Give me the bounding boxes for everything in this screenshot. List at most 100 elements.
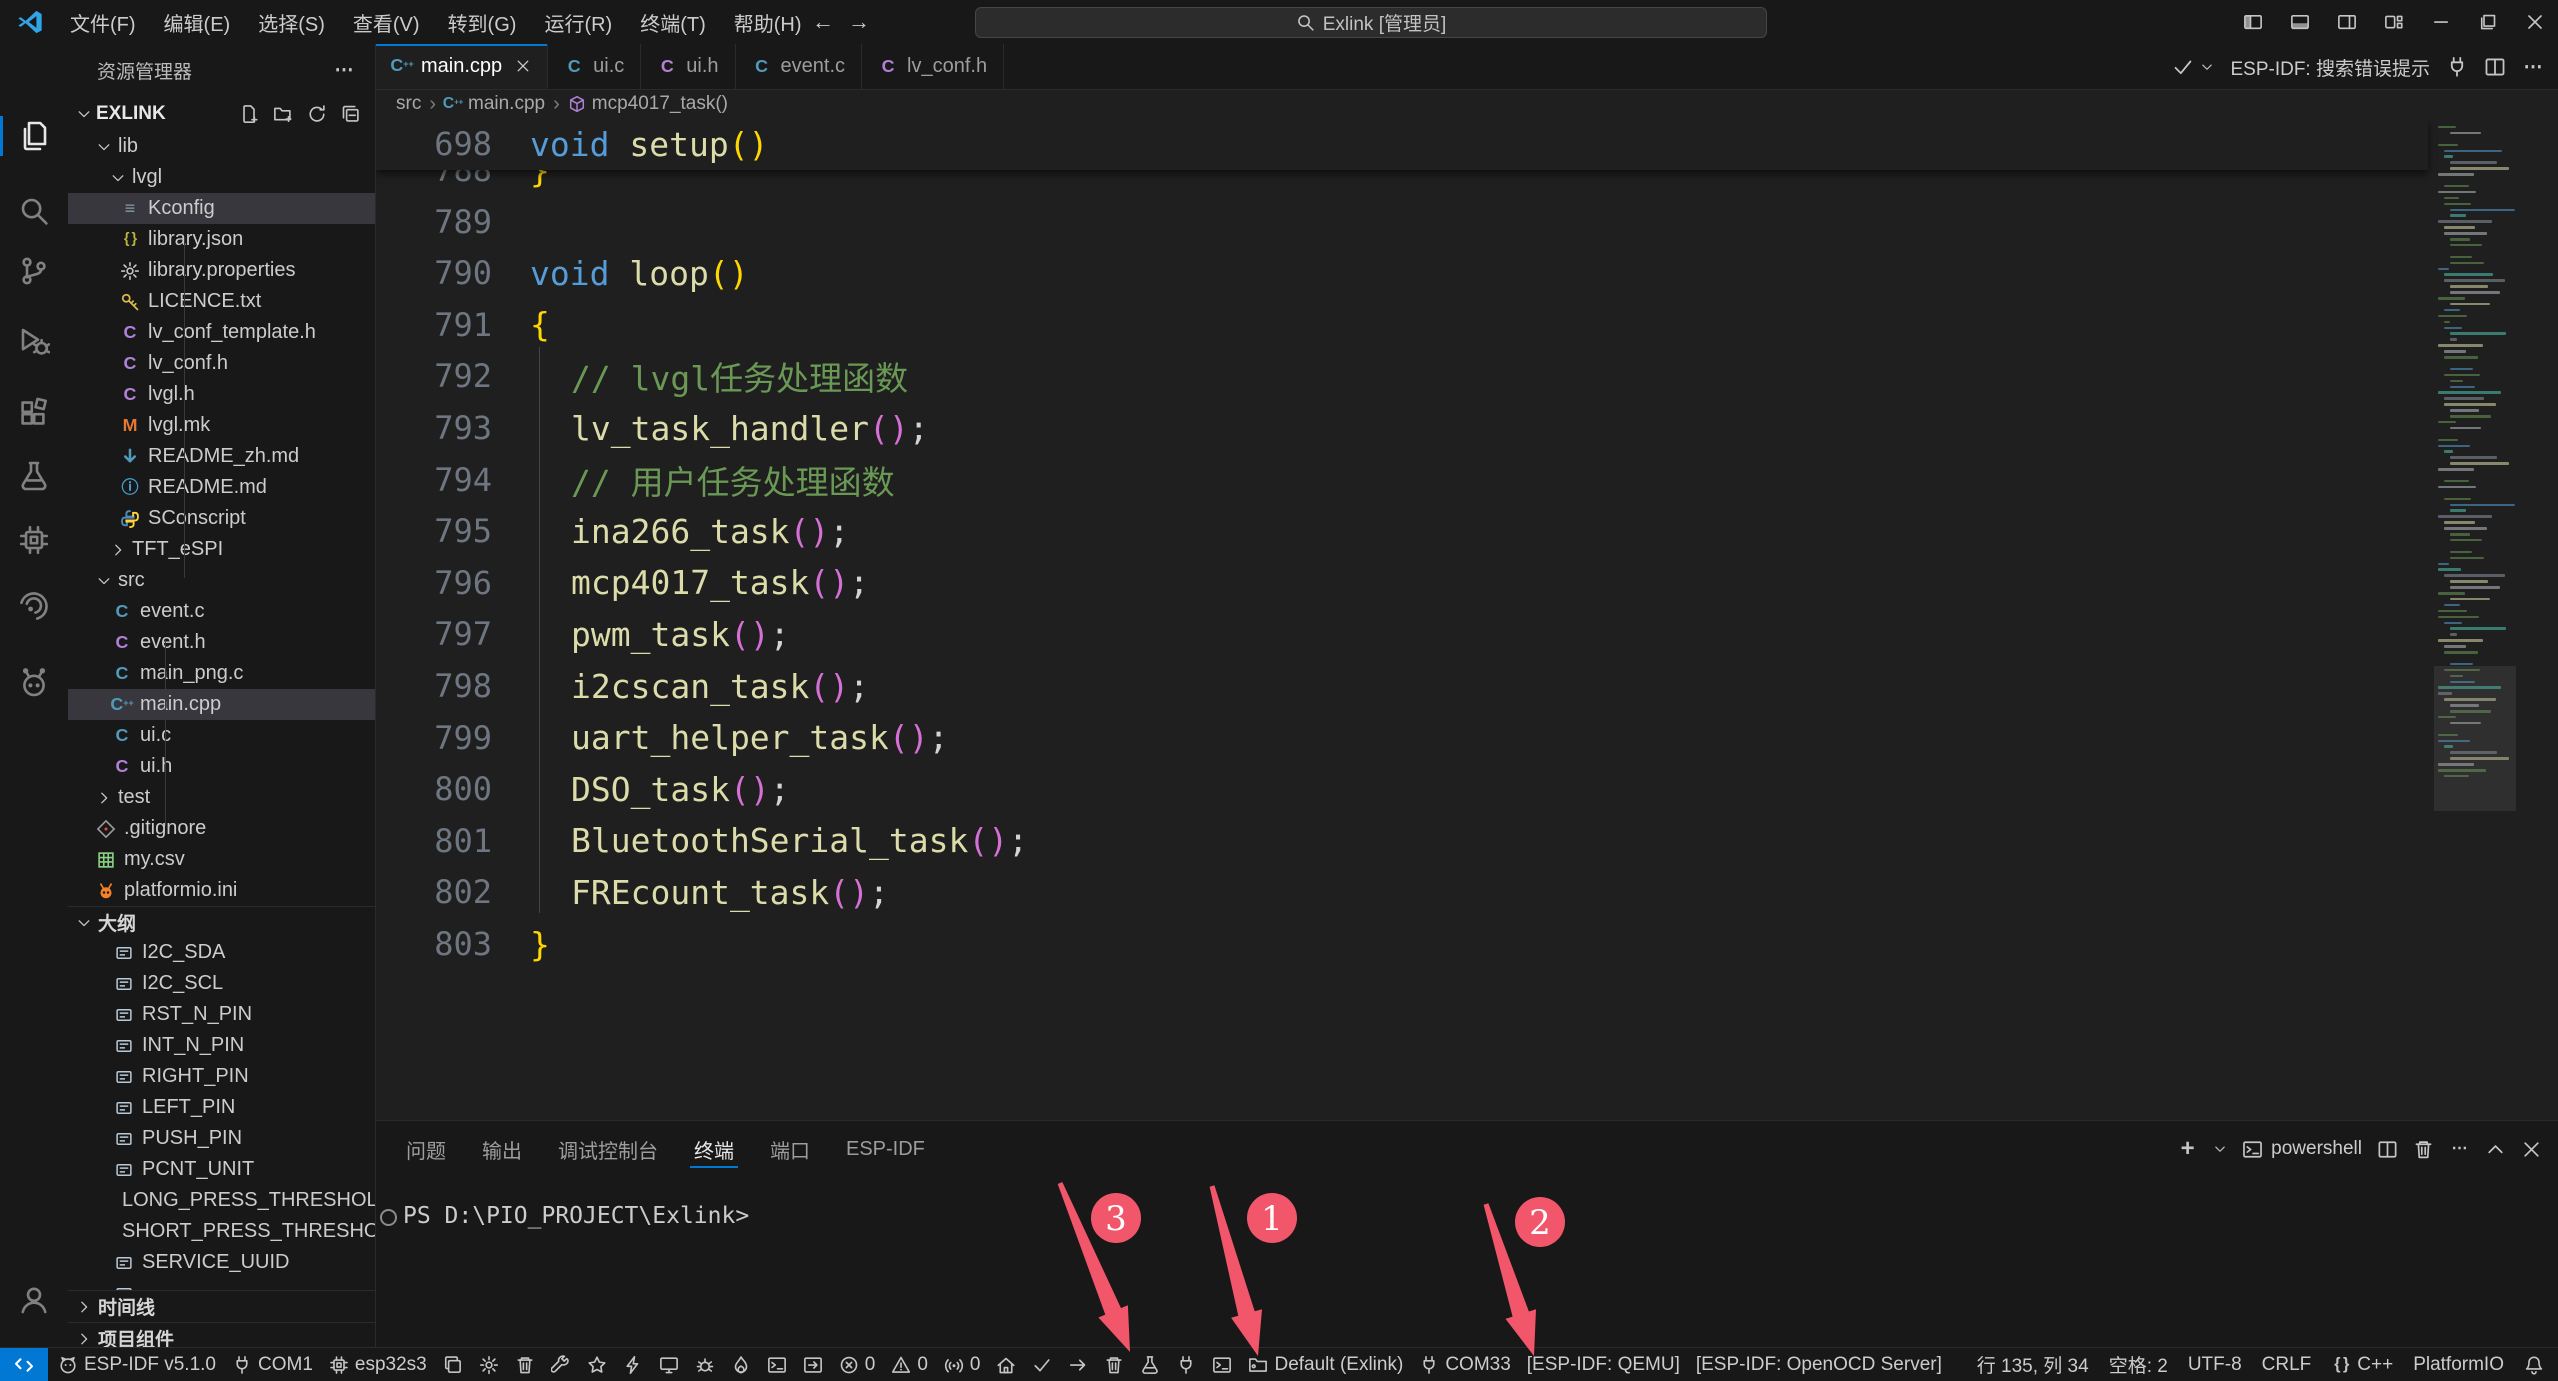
- tree-item-ui-h[interactable]: Cui.h: [68, 751, 375, 782]
- section-header-timeline[interactable]: 时间线: [68, 1290, 375, 1322]
- activity-platformio[interactable]: [0, 659, 68, 707]
- newfile-icon[interactable]: [239, 104, 259, 124]
- outline-item-service-uuid[interactable]: SERVICE_UUID: [68, 1247, 375, 1278]
- new-terminal-icon[interactable]: +: [2177, 1139, 2198, 1160]
- restore-window-button[interactable]: [2464, 0, 2511, 44]
- status-item-plug[interactable]: [1176, 1355, 1196, 1375]
- status-item-star[interactable]: [587, 1355, 607, 1375]
- menu-编辑-e[interactable]: 编辑(E): [152, 4, 243, 41]
- tab-lv-conf-h[interactable]: Clv_conf.h: [862, 44, 1004, 89]
- more-actions-icon[interactable]: ⋯: [2449, 1139, 2470, 1160]
- minimize-window-button[interactable]: [2417, 0, 2464, 44]
- status-item-0[interactable]: 0: [891, 1354, 928, 1376]
- activity-espressif[interactable]: [0, 582, 68, 630]
- outline-item-rst-n-pin[interactable]: RST_N_PIN: [68, 999, 375, 1030]
- status-item-gear[interactable]: [479, 1355, 499, 1375]
- status-item-bell[interactable]: [2524, 1355, 2544, 1375]
- close-window-button[interactable]: [2511, 0, 2558, 44]
- activity-testing[interactable]: [0, 452, 68, 500]
- status-item-com33[interactable]: COM33: [1419, 1354, 1510, 1376]
- status-item-platformio[interactable]: PlatformIO: [2413, 1354, 2504, 1376]
- status-item-trash[interactable]: [1104, 1355, 1124, 1375]
- tree-item-readme-md[interactable]: ⓘREADME.md: [68, 472, 375, 503]
- menu-转到-g[interactable]: 转到(G): [436, 4, 529, 41]
- tab-main-cpp[interactable]: C++main.cpp: [376, 44, 548, 89]
- kill-terminal-icon[interactable]: [2413, 1139, 2434, 1160]
- status-item-monitor[interactable]: [659, 1355, 679, 1375]
- code-editor[interactable]: 788} 698void setup() 789790void loop()79…: [376, 118, 2558, 1120]
- outline-item-left-pin[interactable]: LEFT_PIN: [68, 1092, 375, 1123]
- section-header-components[interactable]: 项目组件: [68, 1322, 375, 1347]
- panel-tab-端口[interactable]: 端口: [770, 1121, 810, 1177]
- tree-item-lv-conf-h[interactable]: Clv_conf.h: [68, 348, 375, 379]
- outline-item-short-press-threshold[interactable]: SHORT_PRESS_THRESHOLD: [68, 1216, 375, 1247]
- menu-运行-r[interactable]: 运行(R): [532, 4, 624, 41]
- close-tab-icon[interactable]: [515, 58, 531, 74]
- tree-item-lvgl-h[interactable]: Clvgl.h: [68, 379, 375, 410]
- section-header-exlink[interactable]: EXLINK: [68, 98, 375, 129]
- more-actions-icon[interactable]: ⋯: [333, 59, 355, 81]
- customize-layout-button[interactable]: [2370, 0, 2417, 44]
- panel-tab-问题[interactable]: 问题: [406, 1121, 446, 1177]
- status-item-bug[interactable]: [695, 1355, 715, 1375]
- tree-item-lv-conf-template-h[interactable]: Clv_conf_template.h: [68, 317, 375, 348]
- outline-item-long-press-threshold[interactable]: LONG_PRESS_THRESHOLD: [68, 1185, 375, 1216]
- tree-item-main-cpp[interactable]: C++main.cpp: [68, 689, 375, 720]
- status-item-lightning[interactable]: [623, 1355, 643, 1375]
- run-check-icon[interactable]: [2172, 56, 2194, 78]
- status-item-terminalbox[interactable]: [1212, 1355, 1232, 1375]
- forward-icon[interactable]: →: [848, 9, 870, 35]
- collapseall-icon[interactable]: [341, 104, 361, 124]
- status-item-copyfiles[interactable]: [443, 1355, 463, 1375]
- tree-item-event-c[interactable]: Cevent.c: [68, 596, 375, 627]
- tab-ui-c[interactable]: Cui.c: [548, 44, 641, 89]
- activity-extensions[interactable]: [0, 389, 68, 437]
- tree-item-main-png-c[interactable]: Cmain_png.c: [68, 658, 375, 689]
- panel-tab-输出[interactable]: 输出: [482, 1121, 522, 1177]
- outline-item-item[interactable]: [68, 1278, 375, 1290]
- status-item-check[interactable]: [1032, 1355, 1052, 1375]
- tree-item-library-properties[interactable]: library.properties: [68, 255, 375, 286]
- minimap-slider[interactable]: [2434, 666, 2516, 811]
- menu-终端-t[interactable]: 终端(T): [628, 4, 718, 41]
- terminal-prompt[interactable]: PS D:\PIO_PROJECT\Exlink>: [403, 1203, 749, 1229]
- section-header-outline[interactable]: 大纲: [68, 906, 375, 938]
- tree-item-ui-c[interactable]: Cui.c: [68, 720, 375, 751]
- tree-item-my-csv[interactable]: my.csv: [68, 844, 375, 875]
- panel-tab-终端[interactable]: 终端: [694, 1121, 734, 1177]
- menu-帮助-h[interactable]: 帮助(H): [722, 4, 814, 41]
- tree-item-readme-zh-md[interactable]: README_zh.md: [68, 441, 375, 472]
- status-item-esp-idf-qemu[interactable]: [ESP-IDF: QEMU]: [1527, 1354, 1680, 1376]
- split-terminal-icon[interactable]: [2377, 1139, 2398, 1160]
- tree-item-platformio-ini[interactable]: platformio.ini: [68, 875, 375, 906]
- tree-item-event-h[interactable]: Cevent.h: [68, 627, 375, 658]
- refresh-icon[interactable]: [307, 104, 327, 124]
- status-item-com1[interactable]: COM1: [232, 1354, 313, 1376]
- activity-accounts[interactable]: [0, 1276, 68, 1324]
- toggle-panel-button[interactable]: [2276, 0, 2323, 44]
- status-item-utf-8[interactable]: UTF-8: [2188, 1354, 2242, 1376]
- activity-search[interactable]: [0, 187, 68, 235]
- activity-run-and-debug[interactable]: [0, 317, 68, 365]
- more-actions-icon[interactable]: ⋯: [2522, 56, 2544, 78]
- status-item-terminalbox[interactable]: [767, 1355, 787, 1375]
- status-item-c[interactable]: { }C++: [2331, 1354, 2393, 1376]
- status-item-空格-2[interactable]: 空格: 2: [2109, 1351, 2168, 1378]
- status-item-行-135-列-34[interactable]: 行 135, 列 34: [1977, 1351, 2089, 1378]
- tree-item-lib[interactable]: lib: [68, 131, 375, 162]
- breadcrumb-item-mcp4017-task[interactable]: mcp4017_task(): [568, 93, 728, 115]
- command-decoration[interactable]: [380, 1209, 397, 1226]
- outline-item-push-pin[interactable]: PUSH_PIN: [68, 1123, 375, 1154]
- status-item-0[interactable]: 0: [839, 1354, 876, 1376]
- activity-explorer[interactable]: [0, 112, 68, 160]
- tree-item-src[interactable]: src: [68, 565, 375, 596]
- status-item-esp-idf-openocd-server[interactable]: [ESP-IDF: OpenOCD Server]: [1696, 1354, 1942, 1376]
- terminal-instance[interactable]: powershell: [2242, 1138, 2362, 1160]
- status-item-crlf[interactable]: CRLF: [2262, 1354, 2312, 1376]
- chevron-down-icon[interactable]: [2200, 60, 2214, 74]
- chevron-down-icon[interactable]: [2213, 1142, 2227, 1156]
- outline-item-right-pin[interactable]: RIGHT_PIN: [68, 1061, 375, 1092]
- status-item-trash[interactable]: [515, 1355, 535, 1375]
- status-item-boxarrow[interactable]: [803, 1355, 823, 1375]
- tab-event-c[interactable]: Cevent.c: [736, 44, 862, 89]
